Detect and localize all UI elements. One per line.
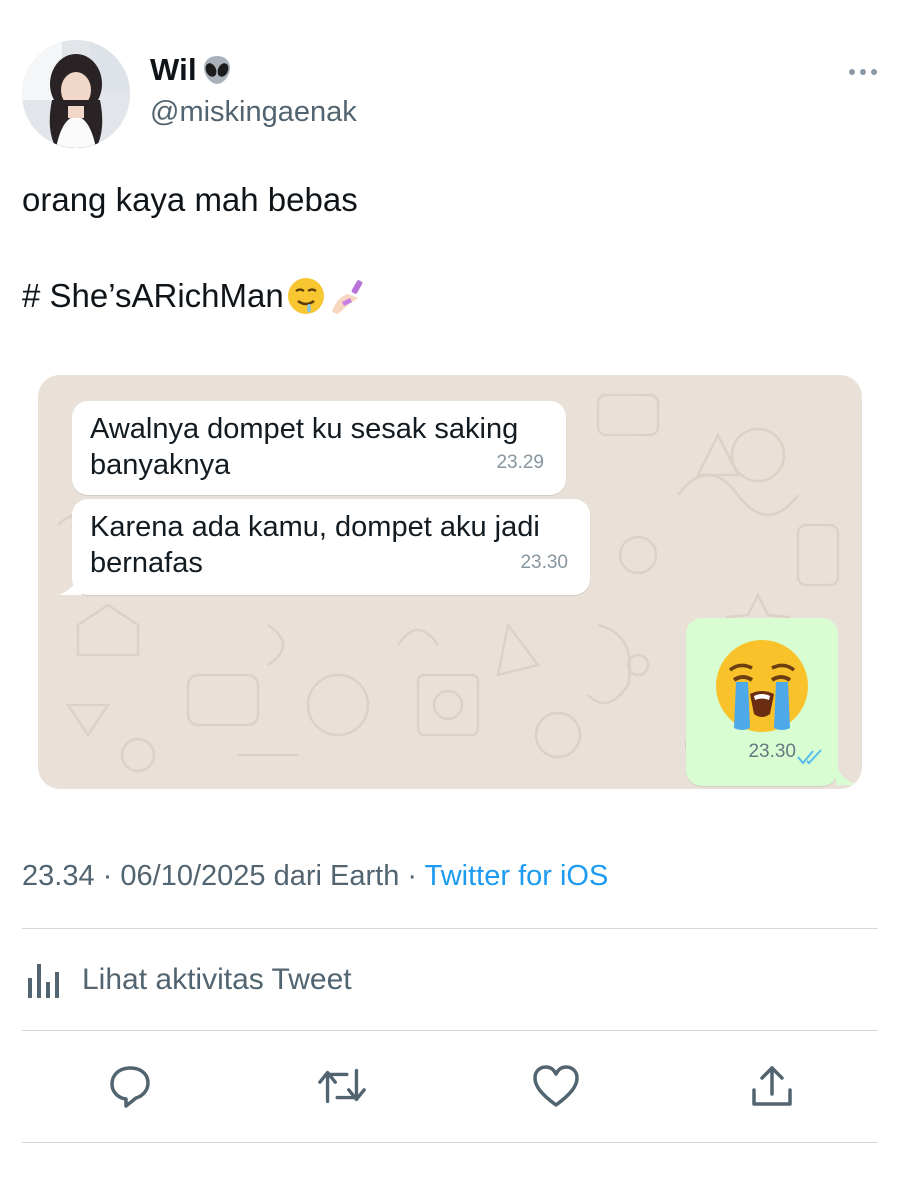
tweet-hashtag-line: # She’sARichMan <box>22 274 368 318</box>
bar-chart-icon <box>28 964 59 998</box>
activity-label: Lihat aktivitas Tweet <box>82 963 352 996</box>
retweet-button[interactable] <box>316 1060 368 1112</box>
heart-icon <box>533 1065 579 1107</box>
share-button[interactable] <box>746 1060 798 1112</box>
display-name-text: Wil <box>150 52 197 87</box>
message-time: 23.30 <box>748 741 796 762</box>
chat-message-outgoing: 23.30 <box>686 618 838 786</box>
avatar[interactable] <box>22 40 130 148</box>
share-icon <box>752 1066 792 1106</box>
retweet-icon <box>318 1068 366 1104</box>
hashtag-text: # She’sARichMan <box>22 277 284 314</box>
message-time: 23.29 <box>496 452 544 473</box>
author-display-name[interactable]: Wil <box>150 52 233 88</box>
media-attachment[interactable]: Awalnya dompet ku sesak saking banyaknya… <box>38 375 862 789</box>
tweet-meta: 23.34 · 06/10/2025 dari Earth · Twitter … <box>22 860 608 893</box>
divider <box>22 928 878 929</box>
bubble-tail <box>58 575 82 595</box>
message-text: Karena ada kamu, dompet aku jadi bernafa… <box>90 511 540 579</box>
drooling-face-emoji-icon <box>287 278 324 314</box>
alien-emoji-icon <box>203 56 230 84</box>
chat-message-incoming: Karena ada kamu, dompet aku jadi bernafa… <box>72 499 590 595</box>
meta-separator: · <box>102 860 113 892</box>
message-time: 23.30 <box>520 552 568 573</box>
loudly-crying-face-emoji-icon <box>716 640 808 732</box>
message-text: Awalnya dompet ku sesak saking banyaknya <box>90 413 519 481</box>
tweet-date[interactable]: 06/10/2025 <box>120 860 265 892</box>
author-handle[interactable]: @miskingaenak <box>150 96 357 129</box>
tweet-actions <box>0 1060 900 1116</box>
chat-message-incoming: Awalnya dompet ku sesak saking banyaknya… <box>72 401 566 495</box>
double-check-icon <box>797 749 822 765</box>
tweet-location: dari Earth <box>273 860 400 892</box>
tweet-source-link[interactable]: Twitter for iOS <box>425 860 609 892</box>
like-button[interactable] <box>530 1060 582 1112</box>
more-options-icon[interactable] <box>846 62 880 82</box>
tweet-text: orang kaya mah bebas <box>22 181 358 218</box>
divider <box>22 1030 878 1031</box>
meta-separator: · <box>407 860 418 892</box>
divider <box>22 1142 878 1143</box>
bubble-tail <box>836 765 858 785</box>
tweet-time[interactable]: 23.34 <box>22 860 95 892</box>
view-tweet-activity-button[interactable]: Lihat aktivitas Tweet <box>22 960 352 1000</box>
reply-icon <box>110 1066 150 1108</box>
reply-button[interactable] <box>104 1060 156 1112</box>
nail-polish-emoji-icon <box>331 280 363 314</box>
